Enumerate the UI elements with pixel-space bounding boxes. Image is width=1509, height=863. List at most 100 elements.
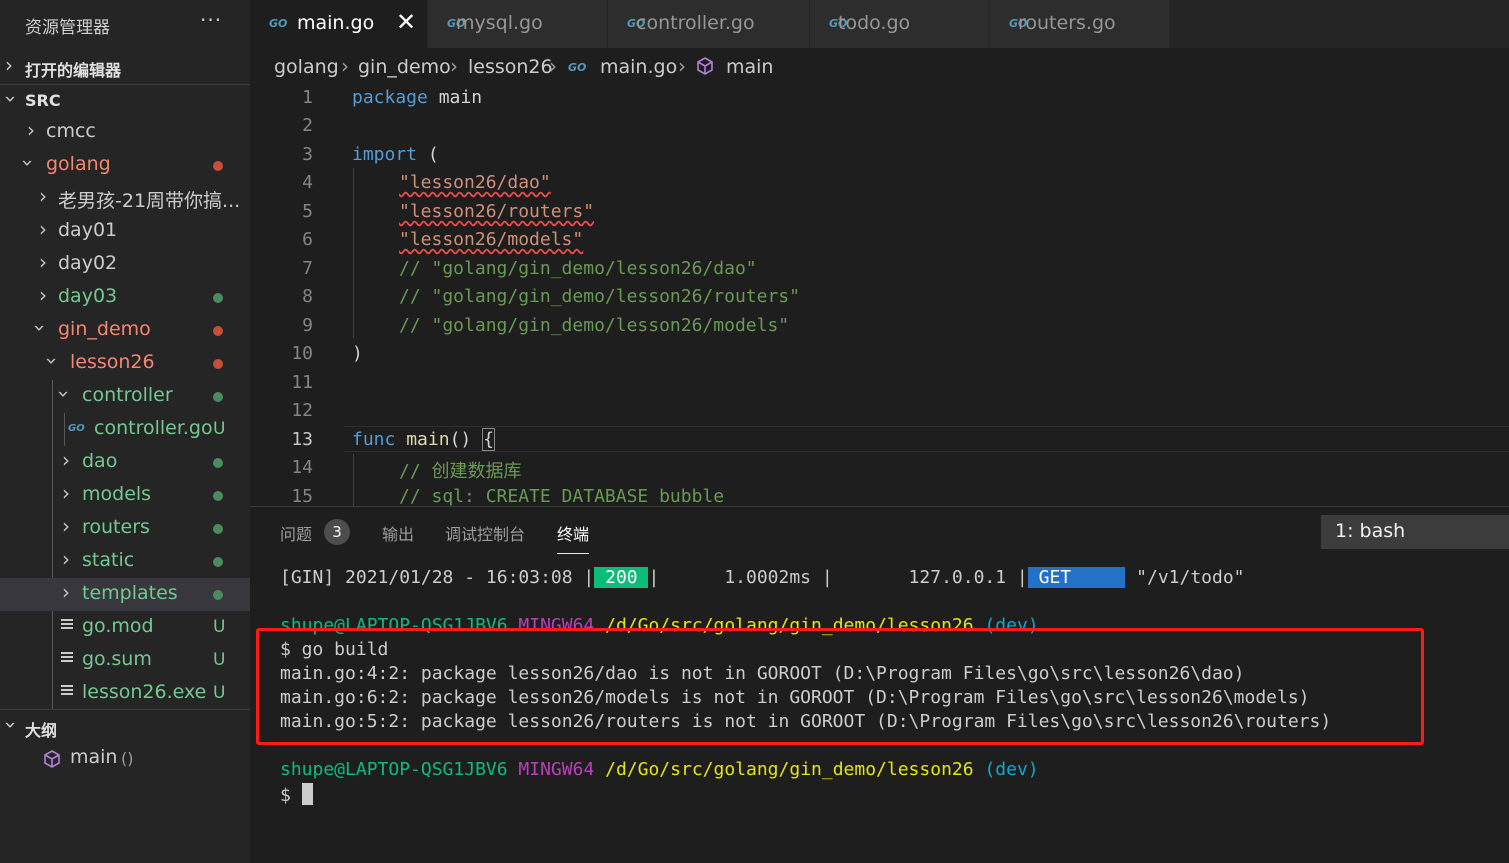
code-line-3: import ( xyxy=(352,144,439,165)
tree-item-label: dao xyxy=(82,450,118,472)
code-editor[interactable]: 1 2 3 4 5 6 7 8 9 10 11 12 13 14 15 pack… xyxy=(250,86,1509,506)
tab-todo-go[interactable]: GO todo.go xyxy=(810,0,990,48)
tree-item-label: golang xyxy=(46,153,111,175)
tree-item-golang[interactable]: › golang xyxy=(0,149,250,182)
chevron-right-icon: › xyxy=(27,118,35,142)
tree-item-routers[interactable]: › routers xyxy=(0,512,250,545)
code-line-9: // "golang/gin_demo/lesson26/models" xyxy=(399,315,790,336)
import-string-error: "lesson26/routers" xyxy=(399,201,595,222)
chevron-down-icon: › xyxy=(0,95,23,103)
line-number: 10 xyxy=(291,343,313,364)
tree-item-gin-demo[interactable]: › gin_demo xyxy=(0,314,250,347)
tree-item-label: controller.go xyxy=(94,417,213,439)
chevron-down-icon: › xyxy=(52,390,76,398)
tree-item-controller[interactable]: › controller xyxy=(0,380,250,413)
outline-item-detail: () xyxy=(121,749,134,768)
code-line-1: package main xyxy=(352,87,482,108)
tree-item-label: templates xyxy=(82,582,178,604)
line-number: 11 xyxy=(291,372,313,393)
modified-dot-icon xyxy=(213,491,223,501)
close-icon[interactable]: ✕ xyxy=(396,8,416,36)
tree-item-go-sum[interactable]: go.sum U xyxy=(0,644,250,677)
tree-item-label: lesson26.exe xyxy=(82,681,207,703)
tree-item-cmcc[interactable]: › cmcc xyxy=(0,116,250,149)
code-line-7: // "golang/gin_demo/lesson26/dao" xyxy=(399,258,757,279)
identifier: main xyxy=(427,87,483,108)
tree-item-label: day03 xyxy=(58,285,118,307)
breadcrumb-item-lesson26[interactable]: lesson26 xyxy=(468,56,553,78)
breadcrumb-item-main-go[interactable]: main.go xyxy=(600,56,677,78)
indent-guide xyxy=(353,168,354,338)
keyword: func xyxy=(352,429,396,450)
src-label: SRC xyxy=(25,91,61,110)
explorer-sidebar: 资源管理器 ··· › 打开的编辑器 › SRC › cmcc › golang… xyxy=(0,0,250,863)
method-cube-icon xyxy=(697,57,713,75)
outline-label: 大纲 xyxy=(25,721,58,740)
breadcrumb-item-main[interactable]: main xyxy=(726,56,773,78)
line-number: 7 xyxy=(302,258,313,279)
tree-item-day02[interactable]: › day02 xyxy=(0,248,250,281)
modified-dot-icon xyxy=(213,161,223,171)
tab-main-go[interactable]: GO main.go ✕ xyxy=(250,0,428,48)
src-section[interactable]: › SRC xyxy=(0,85,250,116)
log-middle: | 1.0002ms | 127.0.0.1 | xyxy=(648,567,1028,588)
breadcrumb-item-gin-demo[interactable]: gin_demo xyxy=(358,56,451,78)
tree-item-lesson26-exe[interactable]: lesson26.exe U xyxy=(0,677,250,710)
keyword: import xyxy=(352,144,418,165)
indent-guide xyxy=(353,454,354,506)
tree-item-models[interactable]: › models xyxy=(0,479,250,512)
tab-debug-console[interactable]: 调试控制台 xyxy=(445,521,525,545)
tree-item-dao[interactable]: › dao xyxy=(0,446,250,479)
line-number: 4 xyxy=(302,172,313,193)
tab-controller-go[interactable]: GO controller.go xyxy=(608,0,810,48)
tree-item-label: cmcc xyxy=(46,120,96,142)
modified-dot-icon xyxy=(213,590,223,600)
go-file-icon: GO xyxy=(68,423,85,434)
log-prefix: [GIN] 2021/01/28 - 16:03:08 | xyxy=(280,567,595,588)
terminal-select-dropdown[interactable]: 1: bash xyxy=(1321,515,1509,549)
tree-item-folder[interactable]: › 老男孩-21周带你搞... xyxy=(0,182,250,215)
tab-routers-go[interactable]: GO routers.go xyxy=(990,0,1170,48)
tab-label: routers.go xyxy=(1018,12,1116,34)
function-name: main xyxy=(406,429,450,450)
method-badge: GET xyxy=(1027,567,1126,588)
punctuation: ( xyxy=(417,144,439,165)
tree-item-label: routers xyxy=(82,516,150,538)
tab-problems[interactable]: 问题 xyxy=(280,521,312,545)
outline-section[interactable]: › 大纲 xyxy=(0,711,250,742)
modified-dot-icon xyxy=(213,392,223,402)
tree-item-controller-go[interactable]: GO controller.go U xyxy=(0,413,250,446)
tree-item-go-mod[interactable]: go.mod U xyxy=(0,611,250,644)
chevron-down-icon: › xyxy=(28,324,52,332)
tab-terminal[interactable]: 终端 xyxy=(557,521,590,554)
code-line-6: "lesson26/models" xyxy=(399,229,583,250)
chevron-right-icon: › xyxy=(39,250,47,274)
breadcrumb: golang › gin_demo › lesson26 › GO main.g… xyxy=(250,48,1509,86)
status-badge: 200 xyxy=(594,567,649,588)
code-line-8: // "golang/gin_demo/lesson26/routers" xyxy=(399,286,800,307)
chevron-right-icon: › xyxy=(39,217,47,241)
line-number: 12 xyxy=(291,400,313,421)
tree-item-lesson26[interactable]: › lesson26 xyxy=(0,347,250,380)
tab-label: todo.go xyxy=(838,12,911,34)
tree-item-day01[interactable]: › day01 xyxy=(0,215,250,248)
error-highlight-annotation xyxy=(256,628,1424,745)
line-number: 5 xyxy=(302,201,313,222)
chevron-down-icon: › xyxy=(0,721,23,729)
terminal-line-input[interactable]: $ xyxy=(280,783,313,806)
line-number: 1 xyxy=(302,87,313,108)
open-editors-section[interactable]: › 打开的编辑器 xyxy=(0,51,250,82)
text-file-icon xyxy=(61,685,73,699)
chevron-right-icon: › xyxy=(62,580,70,604)
tab-output[interactable]: 输出 xyxy=(382,521,414,545)
terminal-line-prompt: shupe@LAPTOP-QSG1JBV6 MINGW64 /d/Go/src/… xyxy=(280,759,1039,780)
breadcrumb-item-golang[interactable]: golang xyxy=(274,56,339,78)
tab-mysql-go[interactable]: GO mysql.go xyxy=(428,0,608,48)
log-path: "/v1/todo" xyxy=(1125,567,1245,588)
tree-item-static[interactable]: › static xyxy=(0,545,250,578)
outline-item-main[interactable]: main () xyxy=(0,742,250,775)
tree-item-day03[interactable]: › day03 xyxy=(0,281,250,314)
tree-item-templates[interactable]: › templates xyxy=(0,578,250,611)
text-file-icon xyxy=(61,652,73,666)
more-actions-icon[interactable]: ··· xyxy=(200,8,222,32)
